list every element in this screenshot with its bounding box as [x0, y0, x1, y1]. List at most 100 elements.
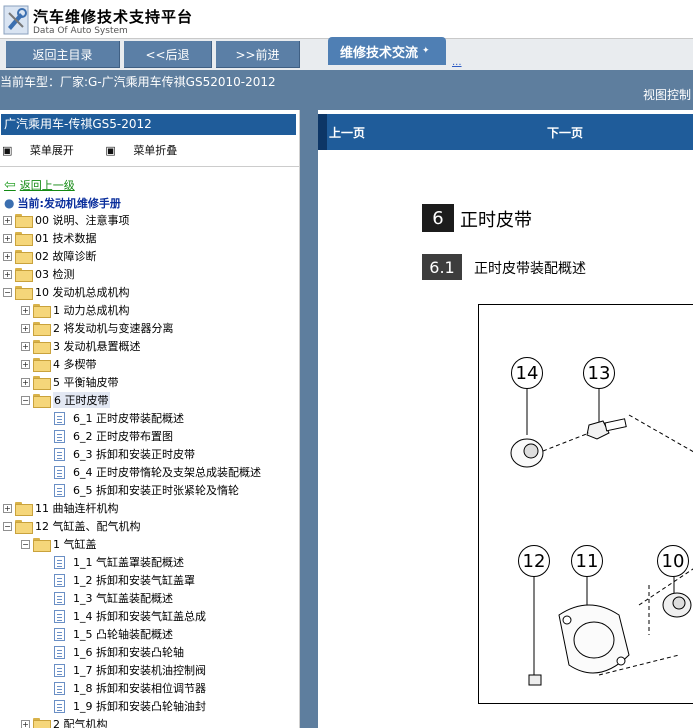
expand-plus-icon[interactable]: + — [21, 719, 30, 728]
document-icon — [54, 555, 65, 569]
tree-doc-item[interactable]: 1_2 拆卸和安装气缸盖罩 — [0, 571, 299, 589]
panel-splitter[interactable] — [300, 110, 318, 728]
tree-item[interactable]: +2 配气机构 — [0, 715, 299, 728]
menu-expand-label: 菜单展开 — [29, 144, 74, 157]
tree-doc-item[interactable]: 1_1 气缸盖罩装配概述 — [0, 553, 299, 571]
app-subtitle: Data Of Auto System — [33, 26, 128, 36]
tree-doc-item[interactable]: 6_5 拆卸和安装正时张紧轮及惰轮 — [0, 481, 299, 499]
tree-item-label: 4 多楔带 — [53, 358, 97, 371]
document-icon — [54, 483, 65, 497]
tree-item-label: 1_1 气缸盖罩装配概述 — [73, 556, 184, 569]
tab-tech-exchange-label: 维修技术交流 — [340, 45, 419, 61]
folder-icon — [33, 340, 51, 354]
tree-item[interactable]: +3 发动机悬置概述 — [0, 337, 299, 355]
view-control-button[interactable]: 视图控制 — [643, 86, 691, 103]
tree-doc-item[interactable]: 6_3 拆卸和安装正时皮带 — [0, 445, 299, 463]
tree-item[interactable]: +03 检测 — [0, 265, 299, 283]
collapse-minus-icon[interactable]: − — [3, 521, 12, 531]
document-icon — [54, 429, 65, 443]
tree-doc-item[interactable]: 1_5 凸轮轴装配概述 — [0, 625, 299, 643]
collapse-minus-icon[interactable]: − — [3, 287, 12, 297]
document-icon — [54, 411, 65, 425]
tree-item[interactable]: +00 说明、注意事项 — [0, 211, 299, 229]
expand-plus-icon[interactable]: + — [3, 215, 12, 225]
menu-expand-button[interactable]: ▣ 菜单展开 — [2, 144, 91, 157]
tree-item[interactable]: − 10 发动机总成机构 — [0, 283, 299, 301]
tree-item[interactable]: +5 平衡轴皮带 — [0, 373, 299, 391]
tree-item-label: 12 气缸盖、配气机构 — [35, 520, 141, 533]
expand-plus-icon[interactable]: + — [21, 305, 30, 315]
back-up-link[interactable]: ⇦ 返回上一级 — [4, 177, 75, 193]
tree-doc-item[interactable]: 1_4 拆卸和安装气缸盖总成 — [0, 607, 299, 625]
tree-item[interactable]: +2 将发动机与变速器分离 — [0, 319, 299, 337]
tree-item-label: 2 配气机构 — [53, 718, 108, 728]
folder-open-icon — [15, 520, 33, 534]
section-title: 正时皮带 — [460, 210, 532, 231]
tree-item[interactable]: +01 技术数据 — [0, 229, 299, 247]
tree-item-label: 11 曲轴连杆机构 — [35, 502, 119, 515]
back-button[interactable]: <<后退 — [124, 41, 212, 68]
subsection-title: 正时皮带装配概述 — [474, 261, 586, 277]
collapse-minus-icon[interactable]: − — [21, 395, 30, 405]
expand-plus-icon[interactable]: + — [21, 359, 30, 369]
tree-item-label: 6_3 拆卸和安装正时皮带 — [73, 448, 195, 461]
tree-item-label: 5 平衡轴皮带 — [53, 376, 119, 389]
document-icon — [54, 699, 65, 713]
tree-item-label: 1 气缸盖 — [53, 538, 97, 551]
tree-item-label: 6_5 拆卸和安装正时张紧轮及惰轮 — [73, 484, 239, 497]
tree-doc-item[interactable]: 1_8 拆卸和安装相位调节器 — [0, 679, 299, 697]
tree-item-label: 02 故障诊断 — [35, 250, 97, 263]
forward-button[interactable]: >>前进 — [216, 41, 300, 68]
tree-item-label: 1_8 拆卸和安装相位调节器 — [73, 682, 206, 695]
expand-plus-icon[interactable]: + — [3, 233, 12, 243]
tree-item[interactable]: +02 故障诊断 — [0, 247, 299, 265]
folder-icon — [33, 322, 51, 336]
folder-icon — [33, 376, 51, 390]
expand-plus-icon[interactable]: + — [21, 377, 30, 387]
prev-page-button[interactable]: 上一页 — [329, 124, 365, 141]
tree-item-label: 6 正时皮带 — [53, 392, 110, 408]
expand-plus-icon[interactable]: + — [21, 323, 30, 333]
back-arrow-icon: ⇦ — [4, 177, 16, 193]
expand-plus-icon[interactable]: + — [3, 251, 12, 261]
folder-icon — [33, 304, 51, 318]
more-link[interactable]: ... — [452, 57, 462, 68]
tab-tech-exchange[interactable]: 维修技术交流 ✦ — [328, 37, 446, 65]
expand-plus-icon[interactable]: + — [21, 341, 30, 351]
callout-13: 13 — [583, 357, 615, 389]
tree-item-selected[interactable]: − 6 正时皮带 — [0, 391, 299, 409]
current-car-label: 当前车型：厂家:G-广汽乘用车传祺GS52010-2012 — [0, 75, 276, 89]
tree-doc-item[interactable]: 6_4 正时皮带惰轮及支架总成装配概述 — [0, 463, 299, 481]
tree-item[interactable]: +11 曲轴连杆机构 — [0, 499, 299, 517]
tree-item-label: 6_4 正时皮带惰轮及支架总成装配概述 — [73, 466, 261, 479]
tree-doc-item[interactable]: 1_6 拆卸和安装凸轮轴 — [0, 643, 299, 661]
tree-doc-item[interactable]: 6_1 正时皮带装配概述 — [0, 409, 299, 427]
folder-open-icon — [33, 538, 51, 552]
next-page-button[interactable]: 下一页 — [547, 124, 583, 141]
tree-item-label: 1_4 拆卸和安装气缸盖总成 — [73, 610, 206, 623]
menu-collapse-label: 菜单折叠 — [133, 144, 178, 157]
folder-icon — [15, 214, 33, 228]
tree-doc-item[interactable]: 6_2 正时皮带布置图 — [0, 427, 299, 445]
tree-item[interactable]: − 12 气缸盖、配气机构 — [0, 517, 299, 535]
menu-collapse-button[interactable]: ▣ 菜单折叠 — [105, 144, 191, 157]
document-icon — [54, 645, 65, 659]
sparkle-icon: ✦ — [422, 46, 430, 56]
tree-item-label: 00 说明、注意事项 — [35, 214, 130, 227]
current-manual-text: 当前:发动机维修手册 — [17, 197, 121, 210]
tree-item[interactable]: +1 动力总成机构 — [0, 301, 299, 319]
expand-plus-icon[interactable]: + — [3, 503, 12, 513]
sidebar-tree-panel: 广汽乘用车-传祺GS5-2012 ▣ 菜单展开 ▣ 菜单折叠 ⇦ 返回上一级 ●… — [0, 110, 300, 728]
folder-icon — [15, 232, 33, 246]
app-title: 汽车维修技术支持平台 — [33, 8, 194, 26]
tree-item[interactable]: − 1 气缸盖 — [0, 535, 299, 553]
collapse-icon: ▣ — [105, 144, 116, 157]
page-nav-bar: 上一页 下一页 — [318, 114, 693, 150]
tree-item[interactable]: +4 多楔带 — [0, 355, 299, 373]
home-button[interactable]: 返回主目录 — [6, 41, 120, 68]
tree-doc-item[interactable]: 1_3 气缸盖装配概述 — [0, 589, 299, 607]
collapse-minus-icon[interactable]: − — [21, 539, 30, 549]
tree-doc-item[interactable]: 1_7 拆卸和安装机油控制阀 — [0, 661, 299, 679]
expand-plus-icon[interactable]: + — [3, 269, 12, 279]
tree-doc-item[interactable]: 1_9 拆卸和安装凸轮轴油封 — [0, 697, 299, 715]
